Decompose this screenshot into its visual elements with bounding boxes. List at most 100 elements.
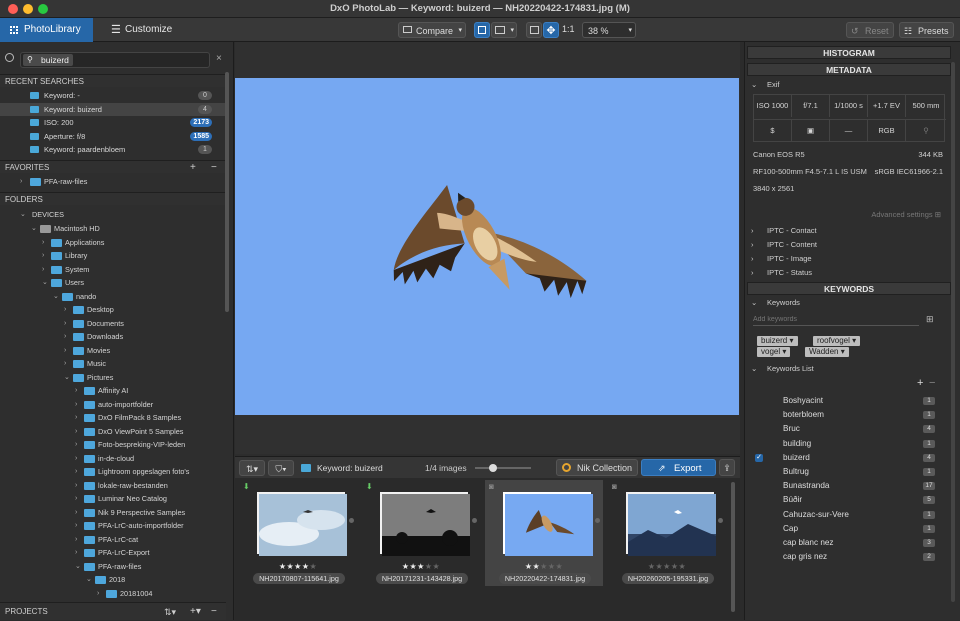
filmstrip-thumbnail[interactable]: ◙ ★★★★★ NH20220422-174831.jpg	[485, 480, 603, 586]
iptc-section-header[interactable]: › IPTC - Contact	[751, 224, 947, 237]
keyword-list-item[interactable]: Boshyacint 1	[745, 394, 947, 408]
recent-search-item[interactable]: Keyword: paardenbloem 1	[0, 143, 226, 156]
folder-item[interactable]: ⌄ 2018	[0, 573, 226, 587]
folder-item[interactable]: › Music	[0, 357, 226, 371]
keyword-list-item[interactable]: ✓ buizerd 4	[745, 451, 947, 465]
chevron-right-icon[interactable]: ›	[75, 438, 77, 452]
recent-searches-header[interactable]: RECENT SEARCHES	[0, 74, 226, 87]
chevron-right-icon[interactable]: ›	[42, 249, 44, 263]
keywords-header[interactable]: KEYWORDS	[747, 282, 951, 295]
single-view-button[interactable]	[474, 22, 490, 38]
filmstrip-scrollbar[interactable]	[731, 482, 735, 612]
keyword-chip[interactable]: Wadden ▾	[805, 347, 849, 357]
keyword-list-item[interactable]: cap blanc nez 3	[745, 536, 947, 550]
folders-header[interactable]: FOLDERS	[0, 192, 226, 205]
projects-header[interactable]: PROJECTS ⇅▾ +▾ −	[0, 602, 226, 620]
thumbnail-menu-icon[interactable]	[595, 518, 600, 523]
histogram-header[interactable]: HISTOGRAM	[747, 46, 951, 59]
chevron-down-icon[interactable]: ⌄	[75, 560, 81, 574]
folder-item[interactable]: › PFA-LrC-auto-importfolder	[0, 519, 226, 533]
folder-item[interactable]: ⌄ Macintosh HD	[0, 222, 226, 236]
chevron-right-icon[interactable]: ›	[64, 317, 66, 331]
add-favorite-button[interactable]: +	[190, 161, 196, 174]
chevron-right-icon[interactable]: ›	[75, 398, 77, 412]
thumbnail-image[interactable]	[380, 492, 470, 556]
folder-item[interactable]: › Documents	[0, 317, 226, 331]
chevron-right-icon[interactable]: ›	[64, 357, 66, 371]
folder-item[interactable]: › Luminar Neo Catalog	[0, 492, 226, 506]
folder-item[interactable]: ⌄ Users	[0, 276, 226, 290]
chevron-right-icon[interactable]: ›	[42, 236, 44, 250]
chevron-right-icon[interactable]: ›	[75, 533, 77, 547]
thumbnail-image[interactable]	[257, 492, 347, 556]
filmstrip-thumbnail[interactable]: ◙ ★★★★★ NH20260205-195331.jpg	[608, 480, 726, 586]
keyword-chip[interactable]: buizerd ▾	[757, 336, 798, 346]
remove-project-button[interactable]: −	[211, 603, 217, 621]
presets-button[interactable]: ☷ Presets	[899, 22, 954, 38]
sort-button[interactable]: ⇅▾	[239, 460, 265, 476]
thumbnail-menu-icon[interactable]	[472, 518, 477, 523]
reset-button[interactable]: ↺ Reset	[846, 22, 894, 38]
folder-item[interactable]: › Applications	[0, 236, 226, 250]
thumbnail-menu-icon[interactable]	[718, 518, 723, 523]
clear-search-icon[interactable]: ×	[216, 53, 222, 64]
folder-item[interactable]: › Foto-bespreking-VIP-leden	[0, 438, 226, 452]
thumbnail-image[interactable]	[626, 492, 716, 556]
thumbnail-menu-icon[interactable]	[349, 518, 354, 523]
keyword-list-item[interactable]: boterbloem 1	[745, 408, 947, 422]
keyword-list-item[interactable]: Cahuzac-sur-Vere 1	[745, 508, 947, 522]
tab-customize[interactable]: ☰ Customize	[93, 18, 188, 42]
recent-search-item[interactable]: Aperture: f/8 1585	[0, 130, 226, 143]
keyword-chip[interactable]: vogel ▾	[757, 347, 791, 357]
slider-knob[interactable]	[489, 464, 497, 472]
zoom-select[interactable]: 38 % ▾	[582, 22, 636, 38]
favorites-header[interactable]: FAVORITES + −	[0, 160, 226, 173]
iptc-section-header[interactable]: › IPTC - Content	[751, 238, 947, 251]
folder-item[interactable]: › DxO FilmPack 8 Samples	[0, 411, 226, 425]
move-tool-button[interactable]: ✥	[543, 22, 559, 38]
keyword-chip[interactable]: roofvogel ▾	[813, 336, 861, 346]
folder-item[interactable]: ⌄ Pictures	[0, 371, 226, 385]
advanced-settings-link[interactable]: Advanced settings ⊞	[751, 208, 947, 221]
chevron-right-icon[interactable]: ›	[64, 303, 66, 317]
folder-item[interactable]: › in-de-cloud	[0, 452, 226, 466]
chevron-right-icon[interactable]: ›	[75, 411, 77, 425]
favorite-item[interactable]: › PFA-raw-files	[0, 175, 226, 189]
exif-section-header[interactable]: ⌄ Exif	[751, 78, 947, 91]
sort-icon[interactable]: ⇅▾	[164, 603, 176, 621]
export-button[interactable]: ⇗ Export	[641, 459, 716, 476]
tab-photolibrary[interactable]: PhotoLibrary	[0, 18, 93, 42]
keyword-list-item[interactable]: Bultrug 1	[745, 465, 947, 479]
recent-search-item[interactable]: ISO: 200 2173	[0, 116, 226, 129]
search-tag[interactable]: ⚲ buizerd	[23, 54, 73, 66]
left-scrollbar[interactable]	[225, 72, 229, 312]
keyword-tree-icon[interactable]: ⊞	[926, 314, 934, 325]
folder-item[interactable]: › PFA-LrC-Export	[0, 546, 226, 560]
chevron-right-icon[interactable]: ›	[42, 263, 44, 277]
iptc-section-header[interactable]: › IPTC - Image	[751, 252, 947, 265]
chevron-right-icon[interactable]: ›	[75, 425, 77, 439]
folder-item[interactable]: ⌄ PFA-raw-files	[0, 560, 226, 574]
keyword-list-item[interactable]: Bruc 4	[745, 422, 947, 436]
keyword-list-item[interactable]: Búðir 5	[745, 493, 947, 507]
star-rating[interactable]: ★★★★★	[362, 562, 480, 571]
chevron-right-icon[interactable]: ›	[75, 479, 77, 493]
fit-screen-button[interactable]	[526, 22, 542, 38]
chevron-right-icon[interactable]: ›	[75, 546, 77, 560]
folder-item[interactable]: › Nik 9 Perspective Samples	[0, 506, 226, 520]
keyword-list-item[interactable]: Cap 1	[745, 522, 947, 536]
remove-keyword-button[interactable]: −	[929, 377, 935, 389]
compare-button[interactable]: Compare ▾	[398, 22, 466, 38]
chevron-right-icon[interactable]: ›	[75, 492, 77, 506]
recent-search-item[interactable]: Keyword: buizerd 4	[0, 102, 226, 116]
devices-header[interactable]: ⌄ DEVICES	[0, 208, 226, 222]
one-to-one-button[interactable]: 1:1	[562, 24, 575, 34]
add-keywords-input[interactable]	[753, 314, 919, 326]
star-rating[interactable]: ★★★★★	[485, 562, 603, 571]
folder-item[interactable]: › System	[0, 263, 226, 277]
chevron-right-icon[interactable]: ›	[64, 344, 66, 358]
chevron-right-icon[interactable]: ›	[75, 519, 77, 533]
chevron-right-icon[interactable]: ›	[75, 384, 77, 398]
folder-item[interactable]: › DxO ViewPoint 5 Samples	[0, 425, 226, 439]
chevron-down-icon[interactable]: ⌄	[31, 222, 37, 236]
